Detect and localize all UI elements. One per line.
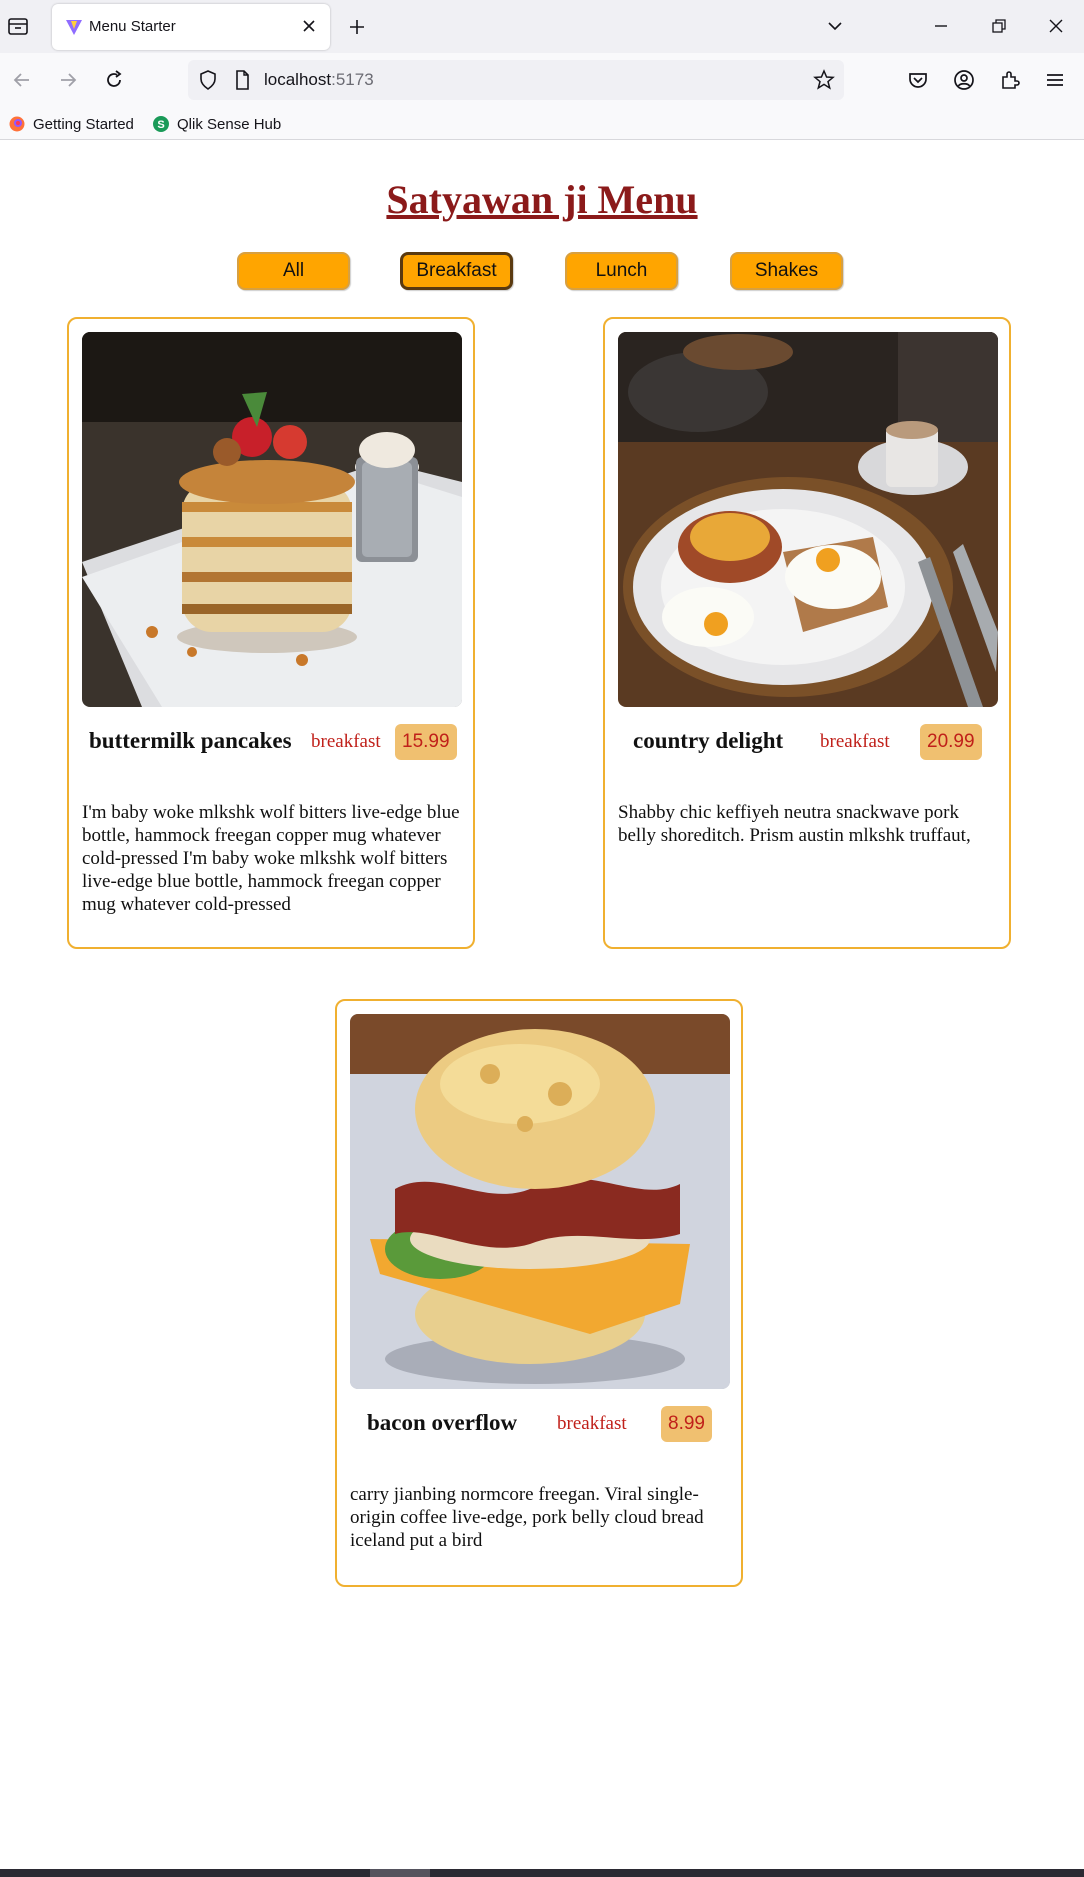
bookmark-qlik-sense-hub[interactable]: S Qlik Sense Hub	[153, 114, 281, 134]
firefox-icon	[9, 116, 25, 132]
bookmark-getting-started[interactable]: Getting Started	[9, 114, 134, 134]
extensions-icon[interactable]	[998, 68, 1022, 92]
filter-breakfast-button[interactable]: Breakfast	[400, 252, 513, 290]
tab-list-icon[interactable]	[6, 15, 30, 37]
pancakes-photo	[82, 332, 462, 707]
item-name: buttermilk pancakes	[89, 728, 292, 753]
forward-arrow-icon[interactable]	[56, 68, 80, 92]
filter-all-button[interactable]: All	[237, 252, 350, 290]
page-title: Satyawan ji Menu	[386, 177, 698, 222]
filter-shakes-button[interactable]: Shakes	[730, 252, 843, 290]
menu-item-card: country delight breakfast 20.99 Shabby c…	[603, 317, 1011, 949]
svg-text:S: S	[157, 119, 164, 131]
tab-bar: Menu Starter	[0, 0, 1084, 53]
eggs-toast-photo	[618, 332, 998, 707]
browser-tab[interactable]: Menu Starter	[52, 4, 330, 50]
restore-icon[interactable]	[988, 15, 1010, 37]
url-bar[interactable]: localhost:5173	[188, 60, 844, 100]
filter-lunch-button[interactable]: Lunch	[565, 252, 678, 290]
url-host: localhost	[264, 70, 332, 89]
back-arrow-icon[interactable]	[10, 68, 34, 92]
item-price-badge: 8.99	[661, 1406, 712, 1442]
item-price-badge: 15.99	[395, 724, 457, 760]
minimize-icon[interactable]	[930, 15, 952, 37]
bookmarks-toolbar: Getting Started S Qlik Sense Hub	[0, 107, 1084, 140]
item-category: breakfast	[311, 731, 381, 752]
item-price-badge: 20.99	[920, 724, 982, 760]
item-category: breakfast	[820, 731, 890, 752]
qlik-icon: S	[153, 116, 169, 132]
menu-item-card: bacon overflow breakfast 8.99 carry jian…	[335, 999, 743, 1587]
pocket-icon[interactable]	[906, 68, 930, 92]
bookmark-label: Getting Started	[33, 115, 134, 133]
close-window-icon[interactable]	[1045, 15, 1067, 37]
shield-icon[interactable]	[196, 68, 220, 92]
vite-favicon-icon	[65, 18, 83, 36]
close-tab-icon[interactable]	[300, 17, 318, 35]
page-content: Satyawan ji Menu All Breakfast Lunch Sha…	[0, 141, 1084, 1870]
chevron-down-icon[interactable]	[824, 15, 846, 37]
item-name: country delight	[633, 728, 784, 753]
star-bookmark-icon[interactable]	[812, 68, 836, 92]
account-icon[interactable]	[952, 68, 976, 92]
reload-icon[interactable]	[102, 68, 126, 92]
biscuit-sandwich-photo	[350, 1014, 730, 1389]
page-icon[interactable]	[230, 68, 254, 92]
taskbar-strip	[0, 1869, 1084, 1877]
item-description: I'm baby woke mlkshk wolf bitters live-e…	[82, 802, 460, 915]
tab-title: Menu Starter	[89, 18, 176, 35]
item-description: carry jianbing normcore freegan. Viral s…	[350, 1484, 704, 1551]
item-name: bacon overflow	[367, 1410, 518, 1435]
url-port: :5173	[331, 70, 374, 89]
navigation-toolbar: localhost:5173	[0, 53, 1084, 107]
bookmark-label: Qlik Sense Hub	[177, 115, 282, 133]
item-category: breakfast	[557, 1413, 627, 1434]
item-description: Shabby chic keffiyeh neutra snackwave po…	[618, 802, 971, 846]
menu-icon[interactable]	[1043, 68, 1067, 92]
new-tab-icon[interactable]	[346, 16, 368, 38]
url-text: localhost:5173	[264, 70, 374, 90]
taskbar-thumb	[370, 1869, 430, 1877]
menu-item-card: buttermilk pancakes breakfast 15.99 I'm …	[67, 317, 475, 949]
